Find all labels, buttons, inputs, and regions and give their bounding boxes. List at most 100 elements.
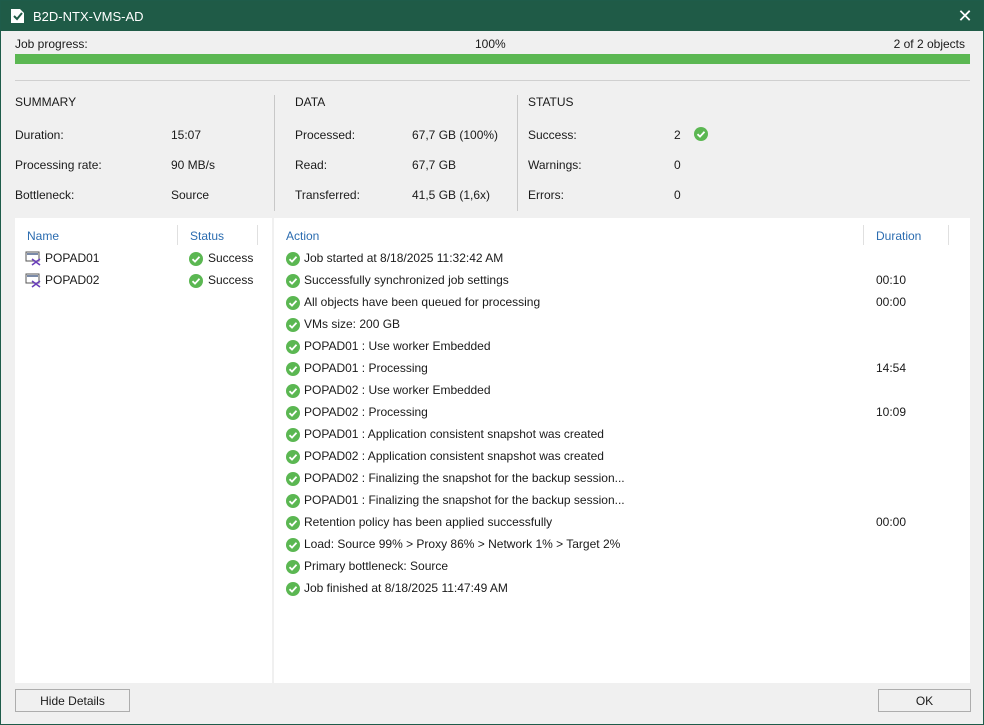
check-circle-icon xyxy=(286,340,300,354)
log-row[interactable]: POPAD02 : Application consistent snapsho… xyxy=(286,446,956,468)
status-success-value: 2 xyxy=(674,128,681,142)
log-action: POPAD01 : Application consistent snapsho… xyxy=(304,427,604,441)
check-circle-icon xyxy=(694,127,708,141)
summary-bottleneck-label: Bottleneck: xyxy=(15,188,75,202)
summary-bottleneck-value: Source xyxy=(171,188,210,202)
section-separator xyxy=(274,95,275,211)
progress-objects: 2 of 2 objects xyxy=(893,37,965,51)
log-action: Job started at 8/18/2025 11:32:42 AM xyxy=(304,251,504,265)
check-circle-icon xyxy=(286,472,300,486)
log-column-duration[interactable]: Duration xyxy=(876,229,921,243)
object-name: POPAD02 xyxy=(45,273,100,287)
log-action: Job finished at 8/18/2025 11:47:49 AM xyxy=(304,581,508,595)
log-action: Retention policy has been applied succes… xyxy=(304,515,553,529)
column-separator[interactable] xyxy=(948,225,949,245)
log-row[interactable]: POPAD01 : Use worker Embedded xyxy=(286,336,956,358)
progress-label: Job progress: xyxy=(15,37,88,51)
check-circle-icon xyxy=(189,252,203,266)
object-name: POPAD01 xyxy=(45,251,100,265)
section-separator xyxy=(517,95,518,211)
app-icon xyxy=(11,9,24,23)
job-details-window: B2D-NTX-VMS-AD ✕ Job progress: 100% 2 of… xyxy=(0,0,984,725)
progress-fill xyxy=(15,54,970,64)
log-row[interactable]: Job finished at 8/18/2025 11:47:49 AM xyxy=(286,578,956,600)
objects-column-name[interactable]: Name xyxy=(27,229,59,243)
data-processed-label: Processed: xyxy=(295,128,356,142)
data-read-value: 67,7 GB xyxy=(412,158,457,172)
check-circle-icon xyxy=(189,274,203,288)
column-separator[interactable] xyxy=(177,225,178,245)
data-processed-value: 67,7 GB (100%) xyxy=(412,128,499,142)
summary-rate-label: Processing rate: xyxy=(15,158,102,172)
log-action: Successfully synchronized job settings xyxy=(304,273,509,287)
log-row[interactable]: VMs size: 200 GB xyxy=(286,314,956,336)
summary-duration-value: 15:07 xyxy=(171,128,202,142)
log-duration: 00:00 xyxy=(876,295,907,309)
summary-duration-label: Duration: xyxy=(15,128,64,142)
progress-percent: 100% xyxy=(475,37,506,51)
log-action: POPAD02 : Finalizing the snapshot for th… xyxy=(304,471,625,485)
ok-button[interactable]: OK xyxy=(878,689,971,712)
column-separator[interactable] xyxy=(863,225,864,245)
check-circle-icon xyxy=(286,538,300,552)
log-row[interactable]: Primary bottleneck: Source xyxy=(286,556,956,578)
data-transferred-label: Transferred: xyxy=(295,188,360,202)
divider xyxy=(15,80,970,81)
log-row[interactable]: POPAD01 : Processing 14:54 xyxy=(286,358,956,380)
log-row[interactable]: POPAD02 : Use worker Embedded xyxy=(286,380,956,402)
log-row[interactable]: POPAD02 : Finalizing the snapshot for th… xyxy=(286,468,956,490)
log-action: POPAD02 : Application consistent snapsho… xyxy=(304,449,604,463)
check-circle-icon xyxy=(286,450,300,464)
log-row[interactable]: POPAD01 : Finalizing the snapshot for th… xyxy=(286,490,956,512)
data-heading: DATA xyxy=(295,95,326,109)
check-circle-icon xyxy=(286,516,300,530)
log-action: POPAD02 : Use worker Embedded xyxy=(304,383,491,397)
log-row[interactable]: Load: Source 99% > Proxy 86% > Network 1… xyxy=(286,534,956,556)
object-status: Success xyxy=(208,273,254,287)
log-action: Primary bottleneck: Source xyxy=(304,559,449,573)
progress-bar xyxy=(15,54,970,64)
log-column-action[interactable]: Action xyxy=(286,229,319,243)
check-circle-icon xyxy=(286,296,300,310)
log-row[interactable]: Retention policy has been applied succes… xyxy=(286,512,956,534)
data-read-label: Read: xyxy=(295,158,328,172)
log-duration: 10:09 xyxy=(876,405,907,419)
check-circle-icon xyxy=(286,582,300,596)
log-duration: 14:54 xyxy=(876,361,907,375)
column-separator[interactable] xyxy=(257,225,258,245)
log-row[interactable]: POPAD02 : Processing 10:09 xyxy=(286,402,956,424)
check-circle-icon xyxy=(286,318,300,332)
check-circle-icon xyxy=(286,274,300,288)
log-row[interactable]: POPAD01 : Application consistent snapsho… xyxy=(286,424,956,446)
vm-icon xyxy=(25,251,41,266)
status-warnings-label: Warnings: xyxy=(528,158,582,172)
object-row[interactable]: POPAD01 Success xyxy=(25,248,265,270)
hide-details-button[interactable]: Hide Details xyxy=(15,689,130,712)
log-duration: 00:10 xyxy=(876,273,907,287)
log-row[interactable]: Job started at 8/18/2025 11:32:42 AM xyxy=(286,248,956,270)
log-action: POPAD02 : Processing xyxy=(304,405,428,419)
check-circle-icon xyxy=(286,384,300,398)
log-action: POPAD01 : Processing xyxy=(304,361,428,375)
vm-icon xyxy=(25,273,41,288)
object-row[interactable]: POPAD02 Success xyxy=(25,270,265,292)
check-circle-icon xyxy=(286,406,300,420)
status-success-label: Success: xyxy=(528,128,577,142)
close-icon[interactable]: ✕ xyxy=(955,6,975,26)
log-row[interactable]: Successfully synchronized job settings 00… xyxy=(286,270,956,292)
log-action: Load: Source 99% > Proxy 86% > Network 1… xyxy=(304,537,621,551)
log-action: POPAD01 : Finalizing the snapshot for th… xyxy=(304,493,625,507)
log-action: POPAD01 : Use worker Embedded xyxy=(304,339,491,353)
window-title: B2D-NTX-VMS-AD xyxy=(33,9,144,24)
log-row[interactable]: All objects have been queued for process… xyxy=(286,292,956,314)
log-action: All objects have been queued for process… xyxy=(304,295,541,309)
check-circle-icon xyxy=(286,428,300,442)
log-duration: 00:00 xyxy=(876,515,907,529)
objects-column-status[interactable]: Status xyxy=(190,229,224,243)
status-warnings-value: 0 xyxy=(674,158,681,172)
summary-rate-value: 90 MB/s xyxy=(171,158,216,172)
data-transferred-value: 41,5 GB (1,6x) xyxy=(412,188,491,202)
check-circle-icon xyxy=(286,494,300,508)
summary-heading: SUMMARY xyxy=(15,95,77,109)
check-circle-icon xyxy=(286,252,300,266)
